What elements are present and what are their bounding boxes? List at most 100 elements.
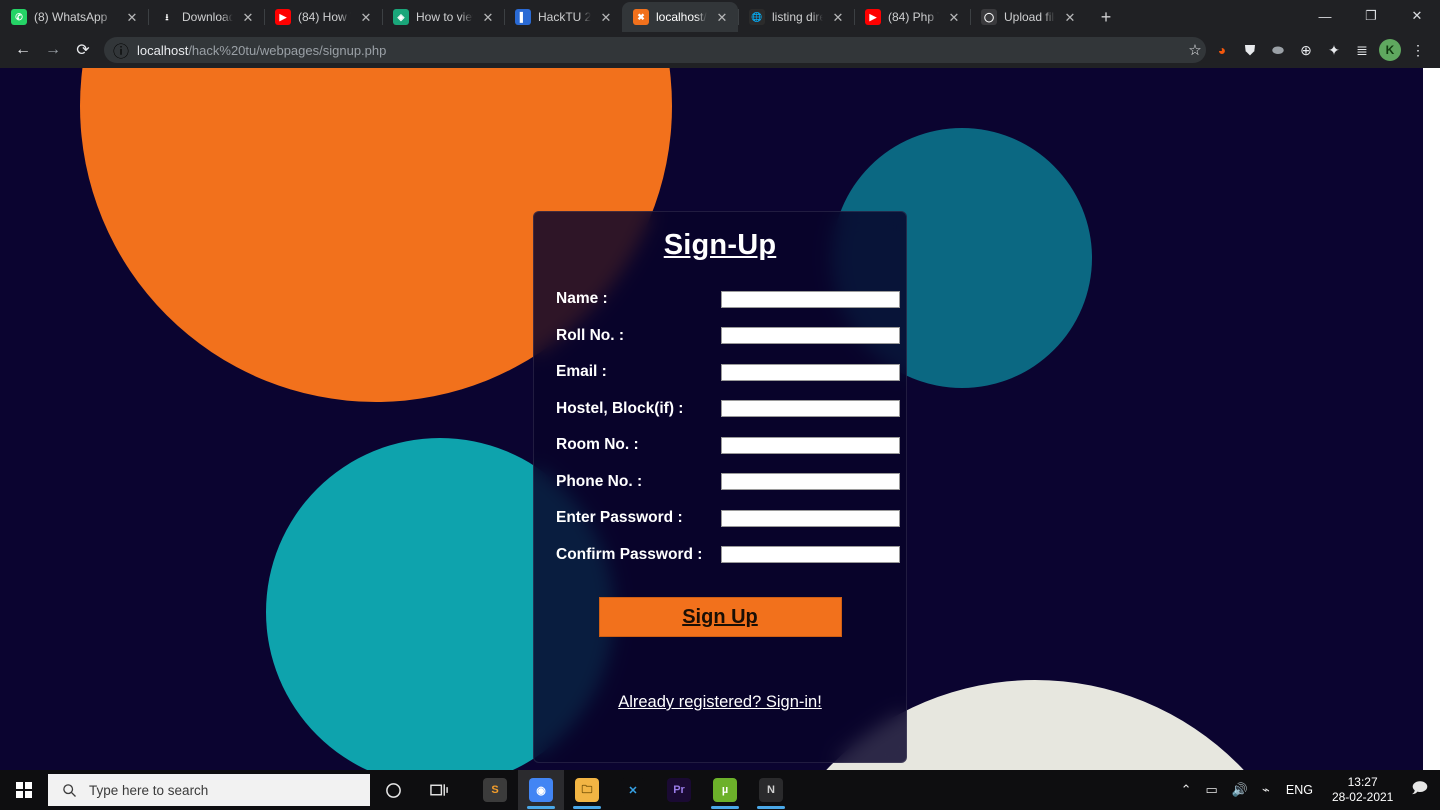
- form-field-row: Roll No. :: [556, 318, 900, 355]
- sign-in-link[interactable]: Already registered? Sign-in!: [618, 693, 822, 711]
- url-host: localhost: [137, 42, 189, 58]
- cortana-button[interactable]: [370, 770, 416, 810]
- browser-tab[interactable]: ✖ localhost/hack ✕: [622, 2, 738, 32]
- form-field-row: Email :: [556, 354, 900, 391]
- taskbar-app-nox-player[interactable]: N: [748, 770, 794, 810]
- shield-extension-icon[interactable]: ⛊: [1236, 36, 1264, 64]
- tab-title: Upload files · k: [1004, 10, 1055, 24]
- browser-window: ✆ (8) WhatsApp ✕ ⭳ Downloads ✕ ▶ (84) How To Ma…: [0, 0, 1440, 770]
- globe-icon: 🌐: [749, 9, 765, 25]
- tab-close-button[interactable]: ✕: [830, 9, 846, 25]
- adobe-premiere-pro-icon: Pr: [667, 778, 691, 802]
- tab-title: (84) How To Ma: [298, 10, 351, 24]
- language-indicator[interactable]: ENG: [1277, 783, 1322, 797]
- signup-form: Name : Roll No. : Email : Hostel, Block(if)…: [556, 281, 900, 574]
- tab-close-button[interactable]: ✕: [480, 9, 496, 25]
- dark-extension-icon[interactable]: ⬬: [1264, 36, 1292, 64]
- tab-close-button[interactable]: ✕: [598, 9, 614, 25]
- tab-close-button[interactable]: ✕: [358, 9, 374, 25]
- sign-up-button[interactable]: Sign Up: [598, 597, 842, 637]
- taskbar-app-adobe-premiere-pro[interactable]: Pr: [656, 770, 702, 810]
- browser-tab[interactable]: ◈ How to view PH ✕: [382, 2, 504, 32]
- page-scrollbar[interactable]: [1423, 68, 1440, 770]
- back-button[interactable]: ←: [8, 35, 38, 65]
- browser-tab[interactable]: ✆ (8) WhatsApp ✕: [0, 2, 148, 32]
- clock-time: 13:27: [1347, 775, 1378, 789]
- tab-title: HackTU 2.0: Da: [538, 10, 591, 24]
- orange-extension-icon[interactable]: ◕: [1208, 36, 1236, 64]
- tab-close-button[interactable]: ✕: [240, 9, 256, 25]
- green-shield-icon: ◈: [393, 9, 409, 25]
- field-input[interactable]: [721, 436, 900, 454]
- globe-extension-icon[interactable]: ⊕: [1292, 36, 1320, 64]
- tab-title: Downloads: [182, 10, 233, 24]
- battery-icon[interactable]: ▭: [1199, 770, 1225, 810]
- field-label: Roll No. :: [556, 326, 625, 344]
- cortana-icon: [385, 782, 401, 798]
- field-input[interactable]: [721, 546, 900, 564]
- volume-icon[interactable]: 🔊: [1225, 770, 1255, 810]
- tab-close-button[interactable]: ✕: [714, 9, 730, 25]
- field-input[interactable]: [721, 509, 900, 527]
- task-view-button[interactable]: [416, 770, 462, 810]
- new-tab-button[interactable]: +: [1092, 3, 1120, 31]
- whatsapp-icon: ✆: [11, 9, 27, 25]
- task-view-icon: [429, 784, 448, 796]
- media-list-icon[interactable]: ≣: [1348, 36, 1376, 64]
- bookmark-star-icon[interactable]: ☆: [1182, 37, 1208, 63]
- taskbar-app-google-chrome[interactable]: ◉: [518, 770, 564, 810]
- search-placeholder-text: Type here to search: [89, 782, 209, 798]
- form-field-row: Room No. :: [556, 427, 900, 464]
- xampp-icon: ✖: [633, 9, 649, 25]
- browser-tab[interactable]: ⭳ Downloads ✕: [148, 2, 264, 32]
- field-input[interactable]: [721, 400, 900, 418]
- field-label: Hostel, Block(if) :: [556, 399, 684, 417]
- start-button[interactable]: [0, 770, 48, 810]
- site-info-icon[interactable]: ⓘ: [113, 42, 129, 61]
- show-hidden-icons[interactable]: ⌃: [1174, 770, 1199, 810]
- browser-tab[interactable]: ▶ (84) How To Ma ✕: [264, 2, 382, 32]
- wifi-icon[interactable]: ⌁: [1255, 770, 1277, 810]
- field-label: Name :: [556, 290, 608, 308]
- puzzle-extensions-icon[interactable]: ✦: [1320, 36, 1348, 64]
- taskbar-app-file-explorer[interactable]: 🗀: [564, 770, 610, 810]
- maximize-button[interactable]: ❐: [1348, 0, 1394, 32]
- address-bar[interactable]: ⓘ localhost/hack%20tu/webpages/signup.ph…: [104, 37, 1206, 63]
- notification-center-icon[interactable]: 🗩: [1403, 778, 1440, 803]
- taskbar-app-utorrent[interactable]: µ: [702, 770, 748, 810]
- tab-close-button[interactable]: ✕: [1062, 9, 1078, 25]
- avatar[interactable]: K: [1376, 36, 1404, 64]
- minimize-button[interactable]: —: [1302, 0, 1348, 32]
- field-input[interactable]: [721, 473, 900, 491]
- tab-close-button[interactable]: ✕: [124, 9, 140, 25]
- clock[interactable]: 13:27 28-02-2021: [1322, 775, 1403, 805]
- field-input[interactable]: [721, 363, 900, 381]
- signin-row: Already registered? Sign-in!: [556, 693, 884, 712]
- close-window-button[interactable]: ✕: [1394, 0, 1440, 32]
- taskbar-app-sublime-text[interactable]: S: [472, 770, 518, 810]
- field-input[interactable]: [721, 327, 900, 345]
- forward-button[interactable]: →: [38, 35, 68, 65]
- form-field-row: Confirm Password :: [556, 537, 900, 574]
- chrome-menu-button[interactable]: ⋮: [1404, 36, 1432, 64]
- field-label: Room No. :: [556, 436, 639, 454]
- browser-tab[interactable]: ◯ Upload files · k ✕: [970, 2, 1086, 32]
- file-explorer-icon: 🗀: [575, 778, 599, 802]
- browser-tab[interactable]: 🌐 listing directory ✕: [738, 2, 854, 32]
- url-text: localhost/hack%20tu/webpages/signup.php: [137, 43, 386, 58]
- page-title: Sign-Up: [663, 229, 777, 261]
- running-indicator: [573, 806, 601, 809]
- taskbar-search-input[interactable]: Type here to search: [48, 774, 370, 806]
- form-field-row: Name :: [556, 281, 900, 318]
- field-input[interactable]: [721, 290, 900, 308]
- browser-tab[interactable]: ▌ HackTU 2.0: Da ✕: [504, 2, 622, 32]
- taskbar-app-visual-studio-code[interactable]: ✕: [610, 770, 656, 810]
- sublime-text-icon: S: [483, 778, 507, 802]
- reload-button[interactable]: ⟳: [68, 35, 98, 65]
- taskbar-app-buttons: S ◉ 🗀 ✕ Pr µ N: [472, 770, 794, 810]
- browser-tab[interactable]: ▶ (84) Php Tutoria ✕: [854, 2, 970, 32]
- youtube-icon: ▶: [275, 9, 291, 25]
- form-field-row: Phone No. :: [556, 464, 900, 501]
- tray-icon-group: ⌃ ▭ 🔊 ⌁: [1174, 770, 1277, 810]
- tab-close-button[interactable]: ✕: [946, 9, 962, 25]
